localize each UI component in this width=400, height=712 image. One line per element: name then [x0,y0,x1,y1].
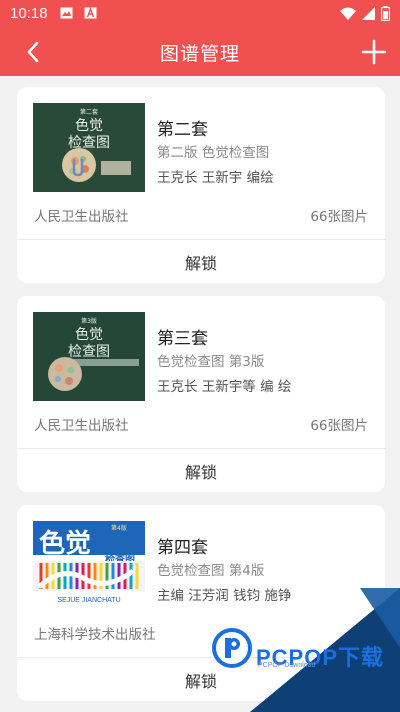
atlas-name: 第三套 [157,329,208,349]
atlas-publisher: 上海科学技术出版社 [34,627,156,643]
app-bar: 图谱管理 [0,28,400,76]
atlas-edition: 色觉检查图 第4版 [157,563,265,579]
cover-image: 第二套 色觉 检查图 [33,103,145,192]
plus-icon[interactable] [360,38,388,66]
status-bar: 10:18 [0,0,400,28]
battery-icon [381,5,390,21]
page-title: 图谱管理 [159,43,240,65]
watermark-sub: PCPOP Download [258,662,316,669]
atlas-authors: 王克长 王新宇等 编 绘 [157,379,292,395]
atlas-edition: 第二版 色觉检查图 [157,145,270,161]
rainbow-stripes-image [33,561,145,591]
pcpop-logo-icon [212,628,252,668]
plate-image [48,357,82,391]
image-count: 66张图片 [310,418,368,434]
wifi-icon [340,7,356,20]
unlock-button[interactable]: 解锁 [17,240,385,283]
atlas-name: 第二套 [157,120,208,140]
atlas-edition: 色觉检查图 第3版 [157,354,265,370]
atlas-publisher: 人民卫生出版社 [34,418,129,434]
plate-image [62,148,96,182]
atlas-name: 第四套 [157,538,208,558]
cover-image: 色觉 第4版 检查图 SEJUE JIANCHATU [33,521,145,610]
atlas-card[interactable]: 第二套 色觉 检查图 第二套 第二版 色觉检查图 王克长 王新宇 编绘 人民卫生… [17,87,385,283]
cover-image: 第3版 色觉 检查图 [33,312,145,401]
image-icon [60,7,73,19]
atlas-publisher: 人民卫生出版社 [34,209,129,225]
image-count: 66张图片 [310,209,368,225]
atlas-card[interactable]: 第3版 色觉 检查图 第三套 色觉检查图 第3版 王克长 王新宇等 编 绘 人民… [17,296,385,492]
signal-icon [362,6,375,20]
unlock-button[interactable]: 解锁 [17,449,385,492]
status-icons [340,5,390,21]
font-icon [84,7,97,19]
status-time: 10:18 [10,5,48,22]
atlas-authors: 王克长 王新宇 编绘 [157,170,274,186]
